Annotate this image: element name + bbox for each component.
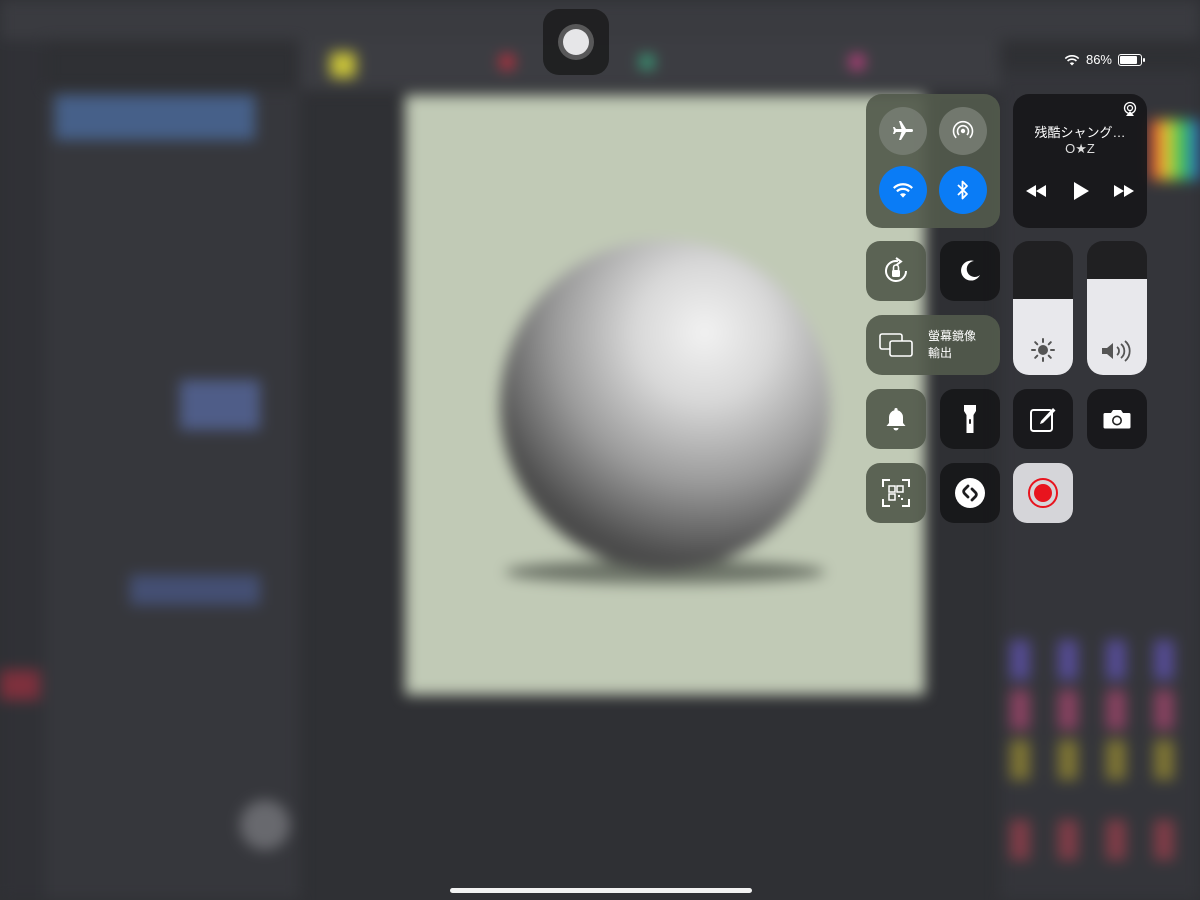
silent-mode-button[interactable] <box>866 389 926 449</box>
battery-fill <box>1120 55 1138 64</box>
status-bar: 86% <box>1064 52 1145 67</box>
screen-record-icon <box>1028 478 1058 508</box>
bg-selected-layer <box>55 95 255 140</box>
bg-tool-swatch <box>850 55 864 69</box>
rotation-lock-icon <box>885 257 907 282</box>
bg-brush-preview <box>240 800 290 850</box>
shazam-button[interactable] <box>940 463 1000 523</box>
screen-mirroring-button[interactable]: 螢幕鏡像 輸出 <box>866 315 1000 375</box>
flashlight-icon <box>964 405 976 433</box>
airplane-mode-toggle[interactable] <box>879 107 927 155</box>
wifi-icon <box>1064 54 1080 65</box>
bg-palette-row <box>1010 740 1190 780</box>
assistive-touch-dot <box>563 29 589 55</box>
play-icon[interactable] <box>1072 181 1090 201</box>
battery-icon <box>1118 53 1145 66</box>
bg-tool-swatch <box>330 52 356 78</box>
camera-icon <box>1103 410 1131 429</box>
rotation-lock-button[interactable] <box>866 241 926 301</box>
wifi-toggle[interactable] <box>879 166 927 214</box>
bg-color-wheel <box>1150 120 1200 180</box>
fast-forward-icon[interactable] <box>1113 184 1135 198</box>
assistive-touch-button[interactable] <box>543 9 609 75</box>
shazam-icon <box>955 478 985 508</box>
bg-left-panel <box>45 90 300 900</box>
home-indicator[interactable] <box>450 888 752 893</box>
bg-tool-swatch <box>640 55 654 69</box>
do-not-disturb-button[interactable] <box>940 241 1000 301</box>
bell-icon <box>886 408 906 431</box>
camera-button[interactable] <box>1087 389 1147 449</box>
bg-histogram <box>180 380 260 430</box>
airdrop-toggle[interactable] <box>939 107 987 155</box>
speaker-icon <box>1102 340 1131 362</box>
bg-layer-row <box>130 575 260 605</box>
airplay-icon[interactable] <box>1122 101 1138 117</box>
flashlight-button[interactable] <box>940 389 1000 449</box>
bg-left-toolstrip <box>0 40 45 900</box>
wifi-icon <box>893 183 913 198</box>
bg-color-chip <box>0 670 40 700</box>
volume-slider[interactable] <box>1087 241 1147 375</box>
now-playing-module[interactable]: 残酷シャング… O★Z <box>1013 94 1147 228</box>
battery-cap <box>1143 57 1145 62</box>
screen-mirroring-label: 螢幕鏡像 輸出 <box>928 328 976 362</box>
moon-icon <box>961 260 980 281</box>
bluetooth-toggle[interactable] <box>939 166 987 214</box>
bg-palette-row <box>1010 640 1190 680</box>
now-playing-artist: O★Z <box>1065 141 1095 156</box>
connectivity-module[interactable] <box>866 94 1000 228</box>
airplane-icon <box>893 121 913 140</box>
screen-mirroring-icon <box>879 333 913 357</box>
airdrop-icon <box>952 120 974 139</box>
bluetooth-icon <box>957 180 968 200</box>
sphere-drawing <box>500 240 830 570</box>
battery-percent: 86% <box>1085 52 1112 67</box>
screen-mirroring-label-line2: 輸出 <box>928 346 953 360</box>
sun-icon <box>1031 338 1055 362</box>
screen-record-button[interactable] <box>1013 463 1073 523</box>
rewind-icon[interactable] <box>1025 184 1047 198</box>
bg-palette-row <box>1010 690 1190 730</box>
screen-mirroring-label-line1: 螢幕鏡像 <box>928 329 977 343</box>
notes-button[interactable] <box>1013 389 1073 449</box>
notes-icon <box>1030 408 1056 432</box>
brightness-slider[interactable] <box>1013 241 1073 375</box>
qr-scanner-button[interactable] <box>866 463 926 523</box>
bg-tool-swatch <box>500 55 514 69</box>
now-playing-title: 残酷シャング… <box>1034 125 1126 140</box>
qr-scanner-icon <box>882 479 910 507</box>
bg-palette-row <box>1010 820 1190 860</box>
